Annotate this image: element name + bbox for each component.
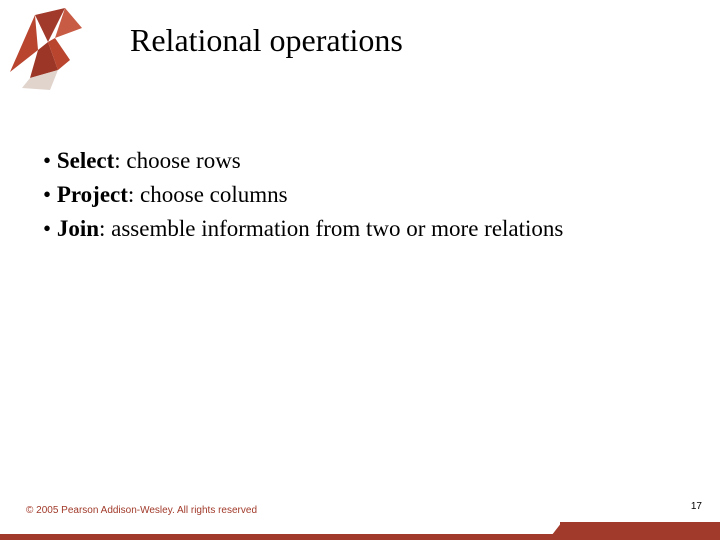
- list-item: Join: assemble information from two or m…: [35, 213, 690, 245]
- bullet-rest: : choose rows: [114, 148, 240, 173]
- bullet-term: Project: [57, 182, 128, 207]
- list-item: Project: choose columns: [35, 179, 690, 211]
- copyright-text: © 2005 Pearson Addison-Wesley. All right…: [26, 505, 257, 516]
- bullet-term: Select: [57, 148, 114, 173]
- bullet-rest: : assemble information from two or more …: [99, 216, 563, 241]
- page-number: 17: [691, 501, 702, 512]
- footer-decoration: [0, 522, 720, 540]
- slide-title: Relational operations: [130, 22, 403, 59]
- bullet-rest: : choose columns: [128, 182, 288, 207]
- list-item: Select: choose rows: [35, 145, 690, 177]
- origami-logo: [0, 0, 90, 95]
- bullet-list: Select: choose rows Project: choose colu…: [35, 145, 690, 248]
- bullet-term: Join: [57, 216, 99, 241]
